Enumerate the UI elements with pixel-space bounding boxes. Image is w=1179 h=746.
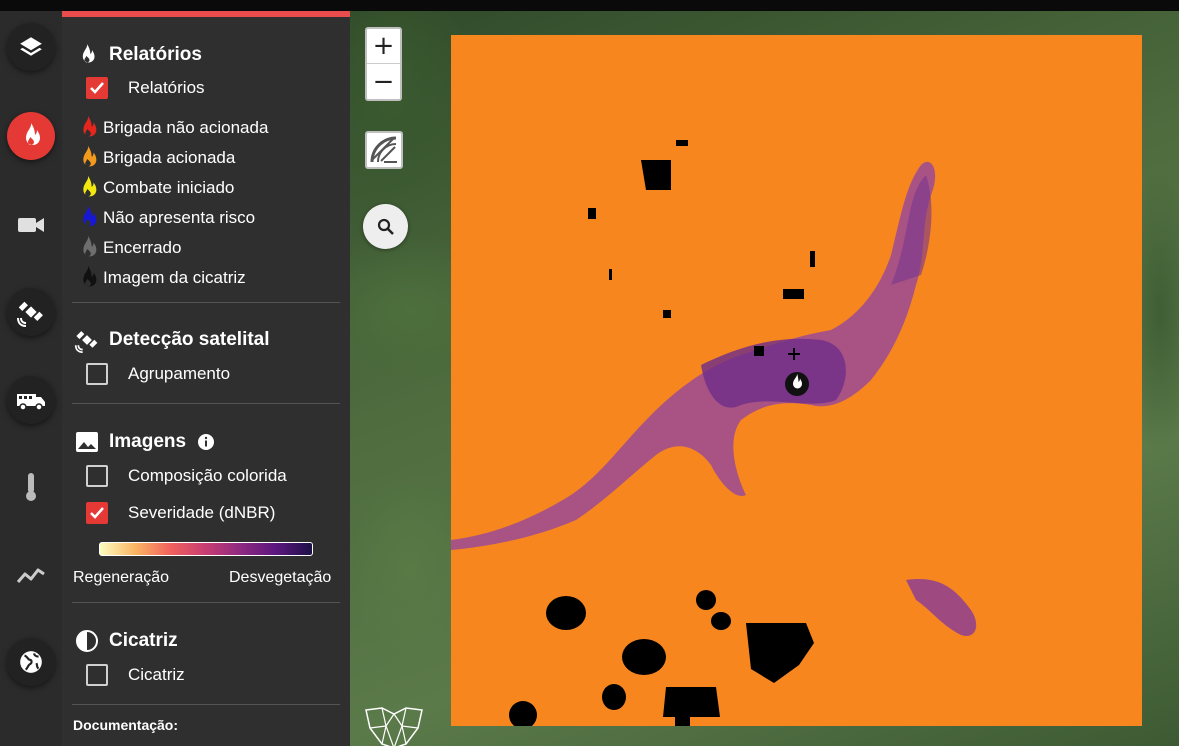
search-icon [377,218,394,235]
relatorios-checkbox[interactable] [86,77,108,99]
severidade-checkbox-row[interactable]: Severidade (dNBR) [86,502,275,524]
zoom-in-button[interactable]: + [367,29,400,64]
legend-item: Brigada não acionada [76,115,268,141]
panel-accent-bar [62,11,350,17]
crosshair-icon [788,348,800,360]
section-title-text: Cicatriz [109,630,178,651]
relatorios-checkbox-label: Relatórios [128,78,205,97]
satellite-button[interactable] [7,288,55,336]
fire-orange-icon [83,145,97,167]
section-title-cicatriz: Cicatriz [74,628,178,654]
legend-item: Encerrado [76,235,181,261]
fire-yellow-icon [83,175,97,197]
severidade-checkbox[interactable] [86,502,108,524]
fire-truck-icon [17,394,45,411]
fire-blue-icon [83,205,97,227]
section-title-deteccao: Detecção satelital [74,327,270,353]
icon-rail [0,11,62,746]
legend-label: Brigada acionada [103,148,236,167]
thermometer-icon [26,473,36,501]
documentation-label: Documentação: [73,717,179,733]
section-title-text: Relatórios [109,44,202,65]
legend-item: Brigada acionada [76,145,235,171]
fire-black-icon [83,265,97,287]
legend-item: Combate iniciado [76,175,234,201]
agrupamento-checkbox[interactable] [86,363,108,385]
dnbr-color-scale [99,542,313,556]
contrast-icon [76,630,98,652]
thermometer-button[interactable] [7,463,55,511]
trend-chart-icon [16,568,45,583]
section-title-imagens: Imagens [74,429,215,455]
legend-item: Não apresenta risco [76,205,255,231]
legend-label: Encerrado [103,238,182,257]
ruler-protractor-icon [370,136,397,163]
camera-icon [18,218,44,232]
fire-button[interactable] [7,112,55,160]
fire-red-icon [83,115,97,137]
jaguar-logo-icon [365,707,423,746]
divider [72,602,340,603]
agrupamento-checkbox-row[interactable]: Agrupamento [86,363,230,385]
zoom-control: + − [365,27,402,101]
severidade-checkbox-label: Severidade (dNBR) [128,503,276,522]
relatorios-checkbox-row[interactable]: Relatórios [86,77,205,99]
globe-icon [20,651,42,673]
layers-button[interactable] [7,23,55,71]
scale-label-right: Desvegetação [229,569,332,586]
search-button[interactable] [363,204,408,249]
agrupamento-checkbox-label: Agrupamento [128,364,231,383]
section-title-relatorios: Relatórios [74,42,202,68]
divider [72,302,340,303]
check-icon [90,507,104,519]
composicao-checkbox[interactable] [86,465,108,487]
legend-label: Não apresenta risco [103,208,256,227]
satellite-icon [17,301,43,327]
scale-label-left: Regeneração [73,569,170,586]
composicao-checkbox-row[interactable]: Composição colorida [86,465,287,487]
info-icon[interactable] [197,433,215,451]
image-icon [76,432,98,452]
cicatriz-checkbox-row[interactable]: Cicatriz [86,664,185,686]
camera-button[interactable] [7,201,55,249]
divider [72,704,340,705]
cicatriz-checkbox-label: Cicatriz [128,665,185,684]
composicao-checkbox-label: Composição colorida [128,466,287,485]
legend-label: Combate iniciado [103,178,235,197]
cicatriz-checkbox[interactable] [86,664,108,686]
legend-item: Imagem da cicatriz [76,265,246,291]
layers-icon [20,37,42,56]
fire-gray-icon [83,235,97,257]
layers-panel: Relatórios Relatórios Brigada não aciona… [62,11,350,746]
top-bar [0,0,1179,11]
legend-label: Brigada não acionada [103,118,269,137]
divider [72,403,340,404]
section-title-text: Detecção satelital [109,329,270,350]
zoom-out-button[interactable]: − [367,64,400,99]
trend-chart-button[interactable] [7,551,55,599]
section-title-text: Imagens [109,431,187,452]
measure-tool-button[interactable] [365,131,403,169]
map-view[interactable]: + − [350,11,1179,746]
fire-truck-button[interactable] [7,376,55,424]
fire-marker-icon[interactable] [784,365,810,397]
legend-label: Imagem da cicatriz [103,268,246,287]
fire-icon [26,123,40,145]
satellite-icon [74,331,98,353]
check-icon [90,82,104,94]
globe-button[interactable] [7,638,55,686]
fire-icon [82,44,95,63]
